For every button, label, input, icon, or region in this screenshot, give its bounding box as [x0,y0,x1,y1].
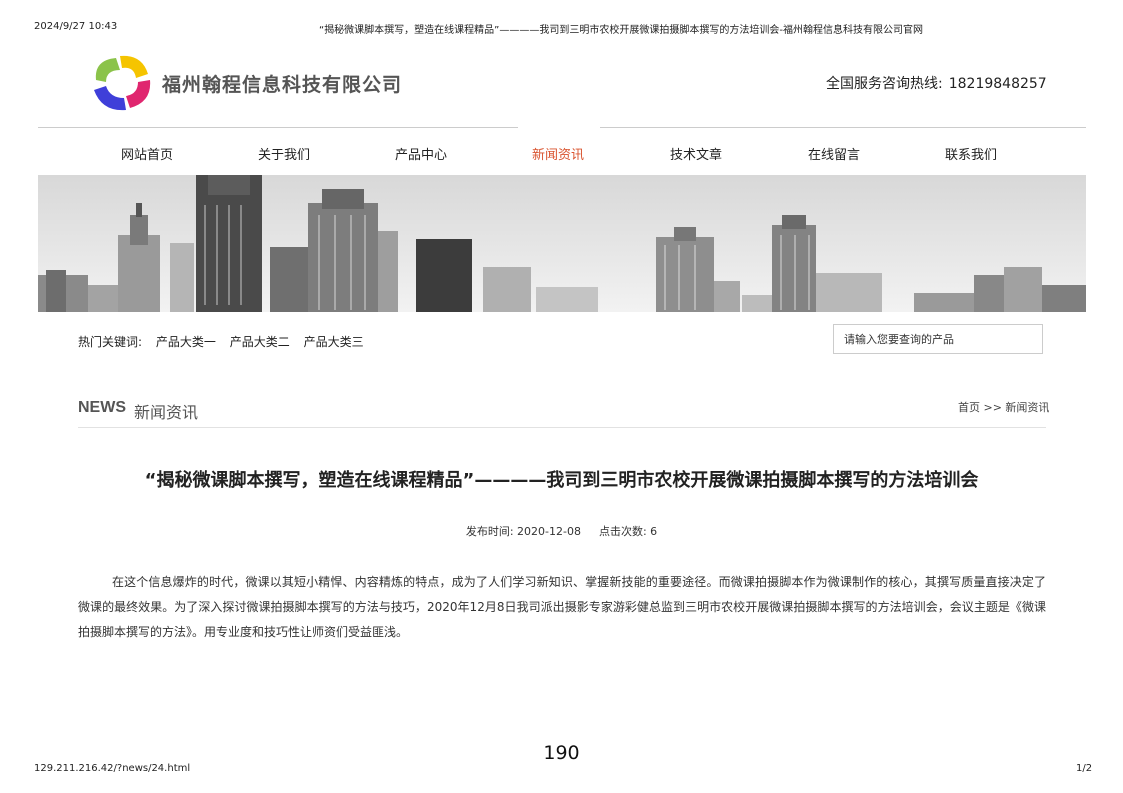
section-divider [78,427,1046,428]
nav-item-articles[interactable]: 技术文章 [670,144,722,163]
hot-keyword-link[interactable]: 产品大类二 [230,335,290,349]
print-url: 129.211.216.42/?news/24.html [34,763,191,774]
nav-item-home[interactable]: 网站首页 [121,144,173,163]
product-search-input[interactable] [834,325,1062,353]
click-count: 点击次数: 6 [598,525,658,538]
article-title: “揭秘微课脚本撰写，塑造在线课程精品”————我司到三明市农校开展微课拍摄脚本撰… [144,470,979,491]
hot-keywords-label: 热门关键词: [78,335,143,349]
breadcrumb[interactable]: 首页 >> 新闻资讯 [958,399,1049,415]
nav-item-contact[interactable]: 联系我们 [945,144,997,163]
nav-item-message[interactable]: 在线留言 [808,144,860,163]
company-name: 福州翰程信息科技有限公司 [162,74,403,96]
section-title-en: NEWS [78,399,126,416]
article-meta: 发布时间: 2020-12-08 点击次数: 6 [0,523,1123,539]
nav-item-about[interactable]: 关于我们 [258,144,310,163]
hot-keyword-link[interactable]: 产品大类三 [304,335,364,349]
article-body: 在这个信息爆炸的时代，微课以其短小精悍、内容精炼的特点，成为了人们学习新知识、掌… [78,575,1046,639]
section-title-cn: 新闻资讯 [134,403,199,422]
page-number: 190 [543,742,580,764]
print-doc-title: “揭秘微课脚本撰写，塑造在线课程精品”————我司到三明市农校开展微课拍摄脚本撰… [319,25,923,36]
publish-time: 发布时间: 2020-12-08 [465,525,581,538]
hotline-number: 18219848257 [948,76,1047,92]
hot-keywords: 热门关键词: 产品大类一 产品大类二 产品大类三 [78,333,374,350]
hotline: 全国服务咨询热线: 18219848257 [826,73,1047,93]
product-search-box [833,324,1062,354]
main-nav: 网站首页 关于我们 产品中心 新闻资讯 技术文章 在线留言 联系我们 [38,127,1086,174]
active-tab-indicator [518,127,600,129]
nav-item-news[interactable]: 新闻资讯 [532,144,584,163]
company-logo-icon[interactable] [86,50,156,114]
banner-image [38,175,1086,312]
nav-item-products[interactable]: 产品中心 [395,144,447,163]
hotline-label: 全国服务咨询热线: [826,76,943,92]
hot-keyword-link[interactable]: 产品大类一 [156,335,216,349]
print-page-count: 1/2 [1076,763,1093,774]
